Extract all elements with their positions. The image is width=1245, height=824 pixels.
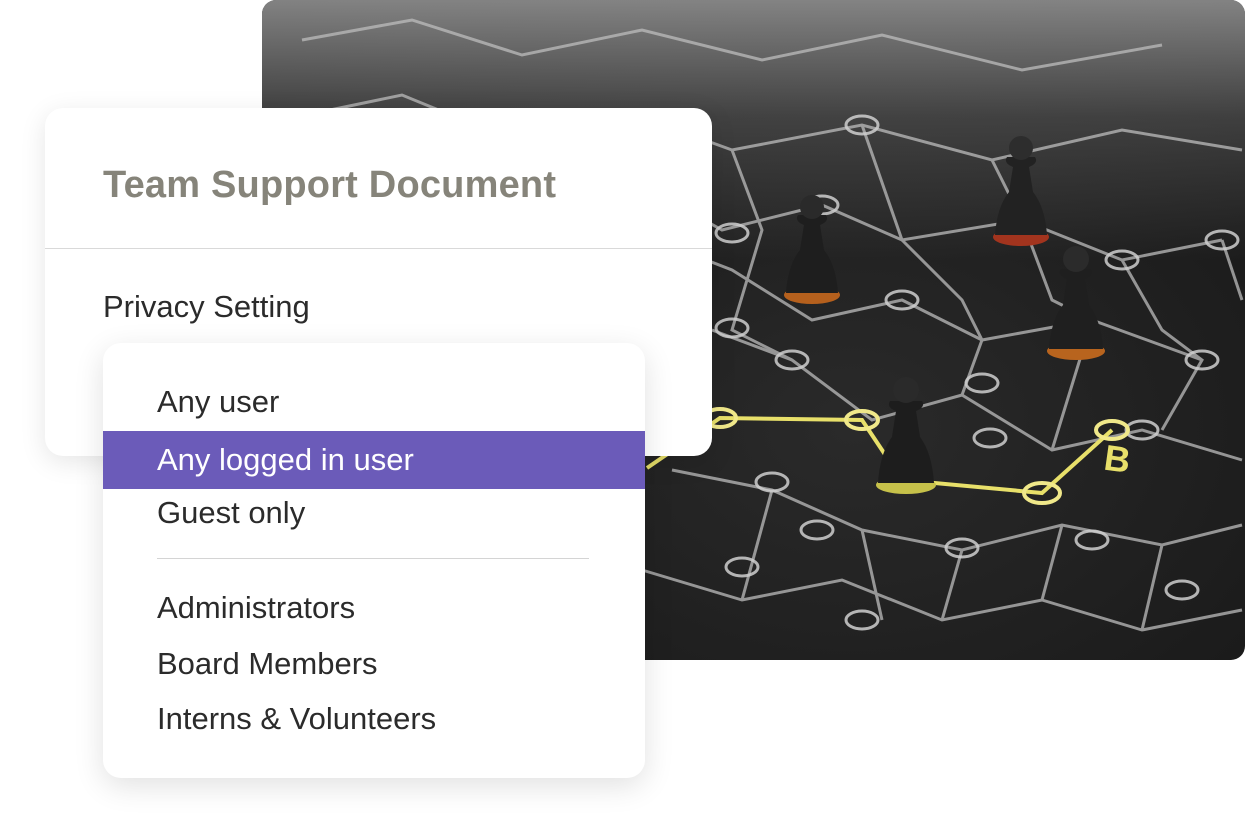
menu-item-interns-volunteers[interactable]: Interns & Volunteers — [103, 690, 645, 748]
menu-divider — [157, 558, 589, 559]
path-end-label: B — [1102, 437, 1133, 481]
menu-item-administrators[interactable]: Administrators — [103, 579, 645, 637]
document-title: Team Support Document — [103, 164, 557, 206]
privacy-setting-label: Privacy Setting — [103, 289, 310, 324]
menu-item-any-user[interactable]: Any user — [103, 373, 645, 431]
menu-item-guest-only[interactable]: Guest only — [103, 484, 645, 542]
menu-item-any-logged-in-user[interactable]: Any logged in user — [103, 431, 645, 489]
card-divider — [45, 248, 712, 249]
menu-item-board-members[interactable]: Board Members — [103, 635, 645, 693]
privacy-dropdown-menu: Any user Any logged in user Guest only A… — [103, 343, 645, 778]
